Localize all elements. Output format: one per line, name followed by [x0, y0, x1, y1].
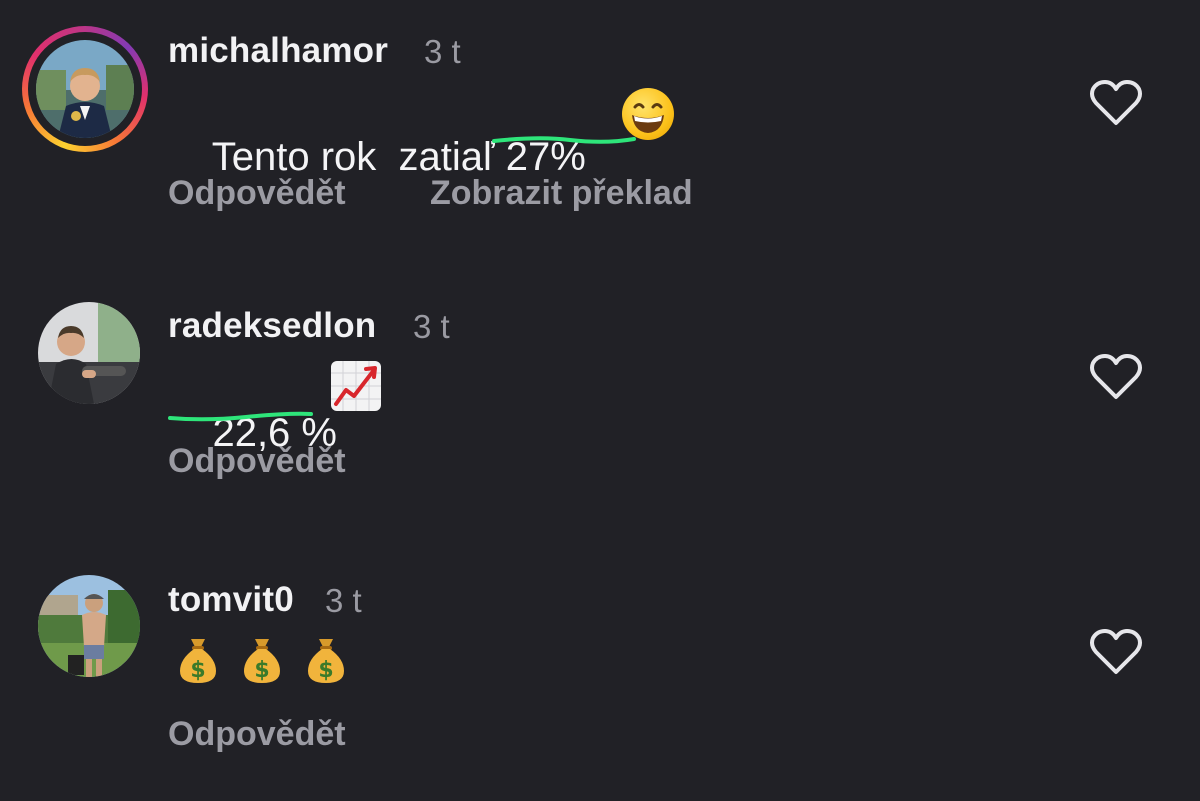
avatar[interactable] — [38, 575, 140, 677]
timestamp: 3 t — [413, 308, 450, 345]
timestamp: 3 t — [424, 33, 461, 70]
show-translation-button[interactable]: Zobrazit překlad — [430, 174, 693, 213]
avatar[interactable] — [36, 40, 134, 138]
avatar-photo — [38, 302, 140, 404]
timestamp: 3 t — [325, 582, 362, 619]
reply-button[interactable]: Odpovědět — [168, 442, 346, 481]
reply-button[interactable]: Odpovědět — [168, 174, 346, 213]
comment-item: tomvit0 3 t $ $ $ Odpovědět — [0, 565, 1200, 801]
money-bag-icon: $ — [244, 639, 280, 683]
highlight-underline — [168, 411, 313, 422]
username[interactable]: tomvit0 — [168, 580, 294, 620]
avatar[interactable] — [38, 302, 140, 404]
svg-text:$: $ — [254, 658, 269, 683]
money-bag-icon: $ — [180, 639, 216, 683]
username[interactable]: radeksedlon — [168, 306, 376, 346]
comment-item: michalhamor 3 t Tento rok zatiaľ 27% Odp… — [0, 0, 1200, 260]
like-heart-icon[interactable] — [1088, 78, 1144, 128]
chart-increasing-icon — [331, 361, 381, 411]
comment-text-plain: Tento rok zatiaľ — [211, 135, 506, 179]
svg-text:$: $ — [190, 658, 205, 683]
comment-item: radeksedlon 3 t 22,6 % Odpovědět — [0, 290, 1200, 520]
username[interactable]: michalhamor — [168, 31, 388, 71]
highlight-underline — [492, 136, 636, 144]
money-bag-icon: $ — [308, 639, 344, 683]
like-heart-icon[interactable] — [1088, 627, 1144, 677]
svg-text:$: $ — [318, 658, 333, 683]
avatar-photo — [36, 40, 134, 138]
reply-button[interactable]: Odpovědět — [168, 715, 346, 754]
money-bag-emojis: $ $ $ — [176, 633, 356, 687]
avatar-photo — [38, 575, 140, 677]
like-heart-icon[interactable] — [1088, 352, 1144, 402]
